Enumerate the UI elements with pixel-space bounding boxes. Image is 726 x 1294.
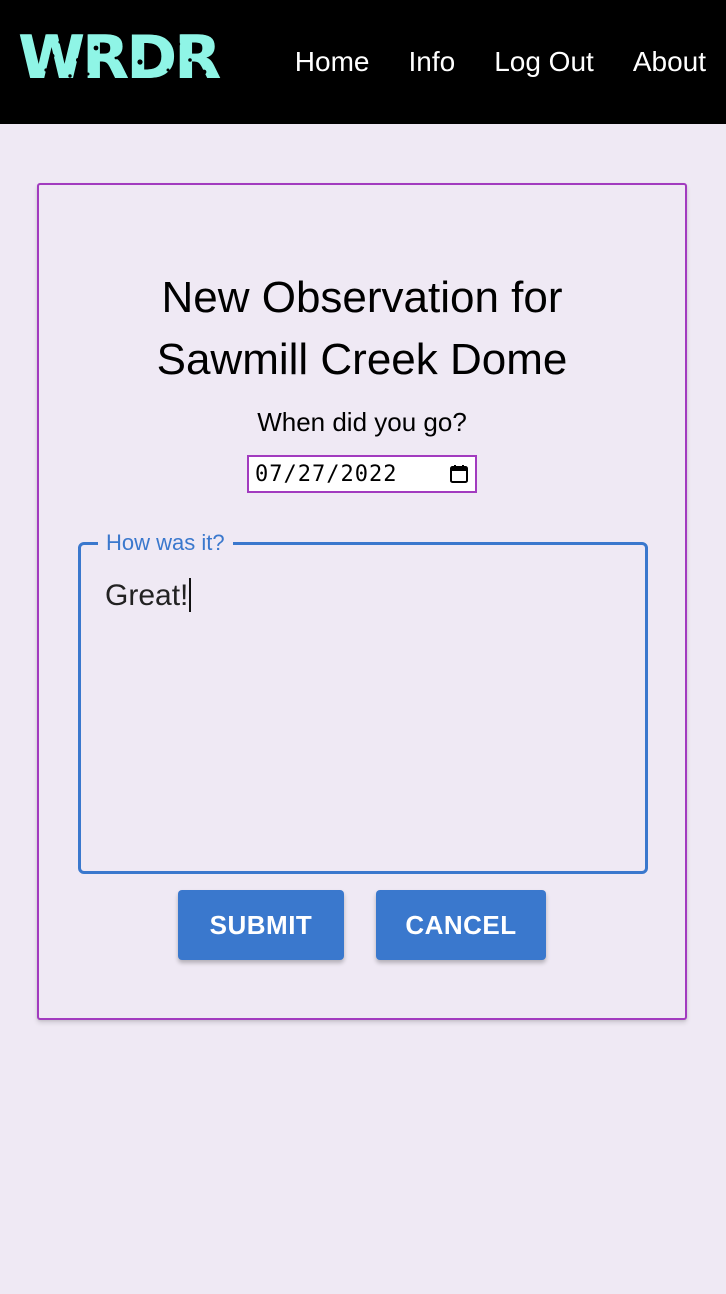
nav-link-home[interactable]: Home [295, 46, 370, 78]
date-label: When did you go? [257, 407, 467, 437]
page-title-line1: New Observation for [161, 273, 563, 322]
nav-links: Home Info Log Out About [295, 0, 706, 124]
text-caret [189, 578, 192, 613]
page-title-line2: Sawmill Creek Dome [156, 335, 568, 384]
logo-text: WRDR [18, 23, 220, 93]
observation-form-card: New Observation for Sawmill Creek Dome W… [37, 183, 687, 1020]
notes-value-text: Great! [105, 579, 189, 612]
calendar-icon[interactable] [449, 464, 469, 484]
date-value: 07/27/2022 [255, 461, 398, 487]
notes-label: How was it? [98, 530, 233, 556]
page-title: New Observation for Sawmill Creek Dome [39, 267, 685, 391]
notes-value: Great! [105, 578, 192, 613]
date-input[interactable]: 07/27/2022 [247, 455, 477, 493]
nav-link-logout[interactable]: Log Out [494, 46, 594, 78]
nav-link-about[interactable]: About [633, 46, 706, 78]
nav-link-info[interactable]: Info [408, 46, 455, 78]
navbar: WRDR Home Info Log Out About [0, 0, 726, 124]
submit-button[interactable]: SUBMIT [178, 890, 344, 960]
notes-textarea[interactable]: How was it? Great! [78, 530, 648, 874]
cancel-button[interactable]: CANCEL [376, 890, 546, 960]
logo[interactable]: WRDR [18, 23, 220, 93]
